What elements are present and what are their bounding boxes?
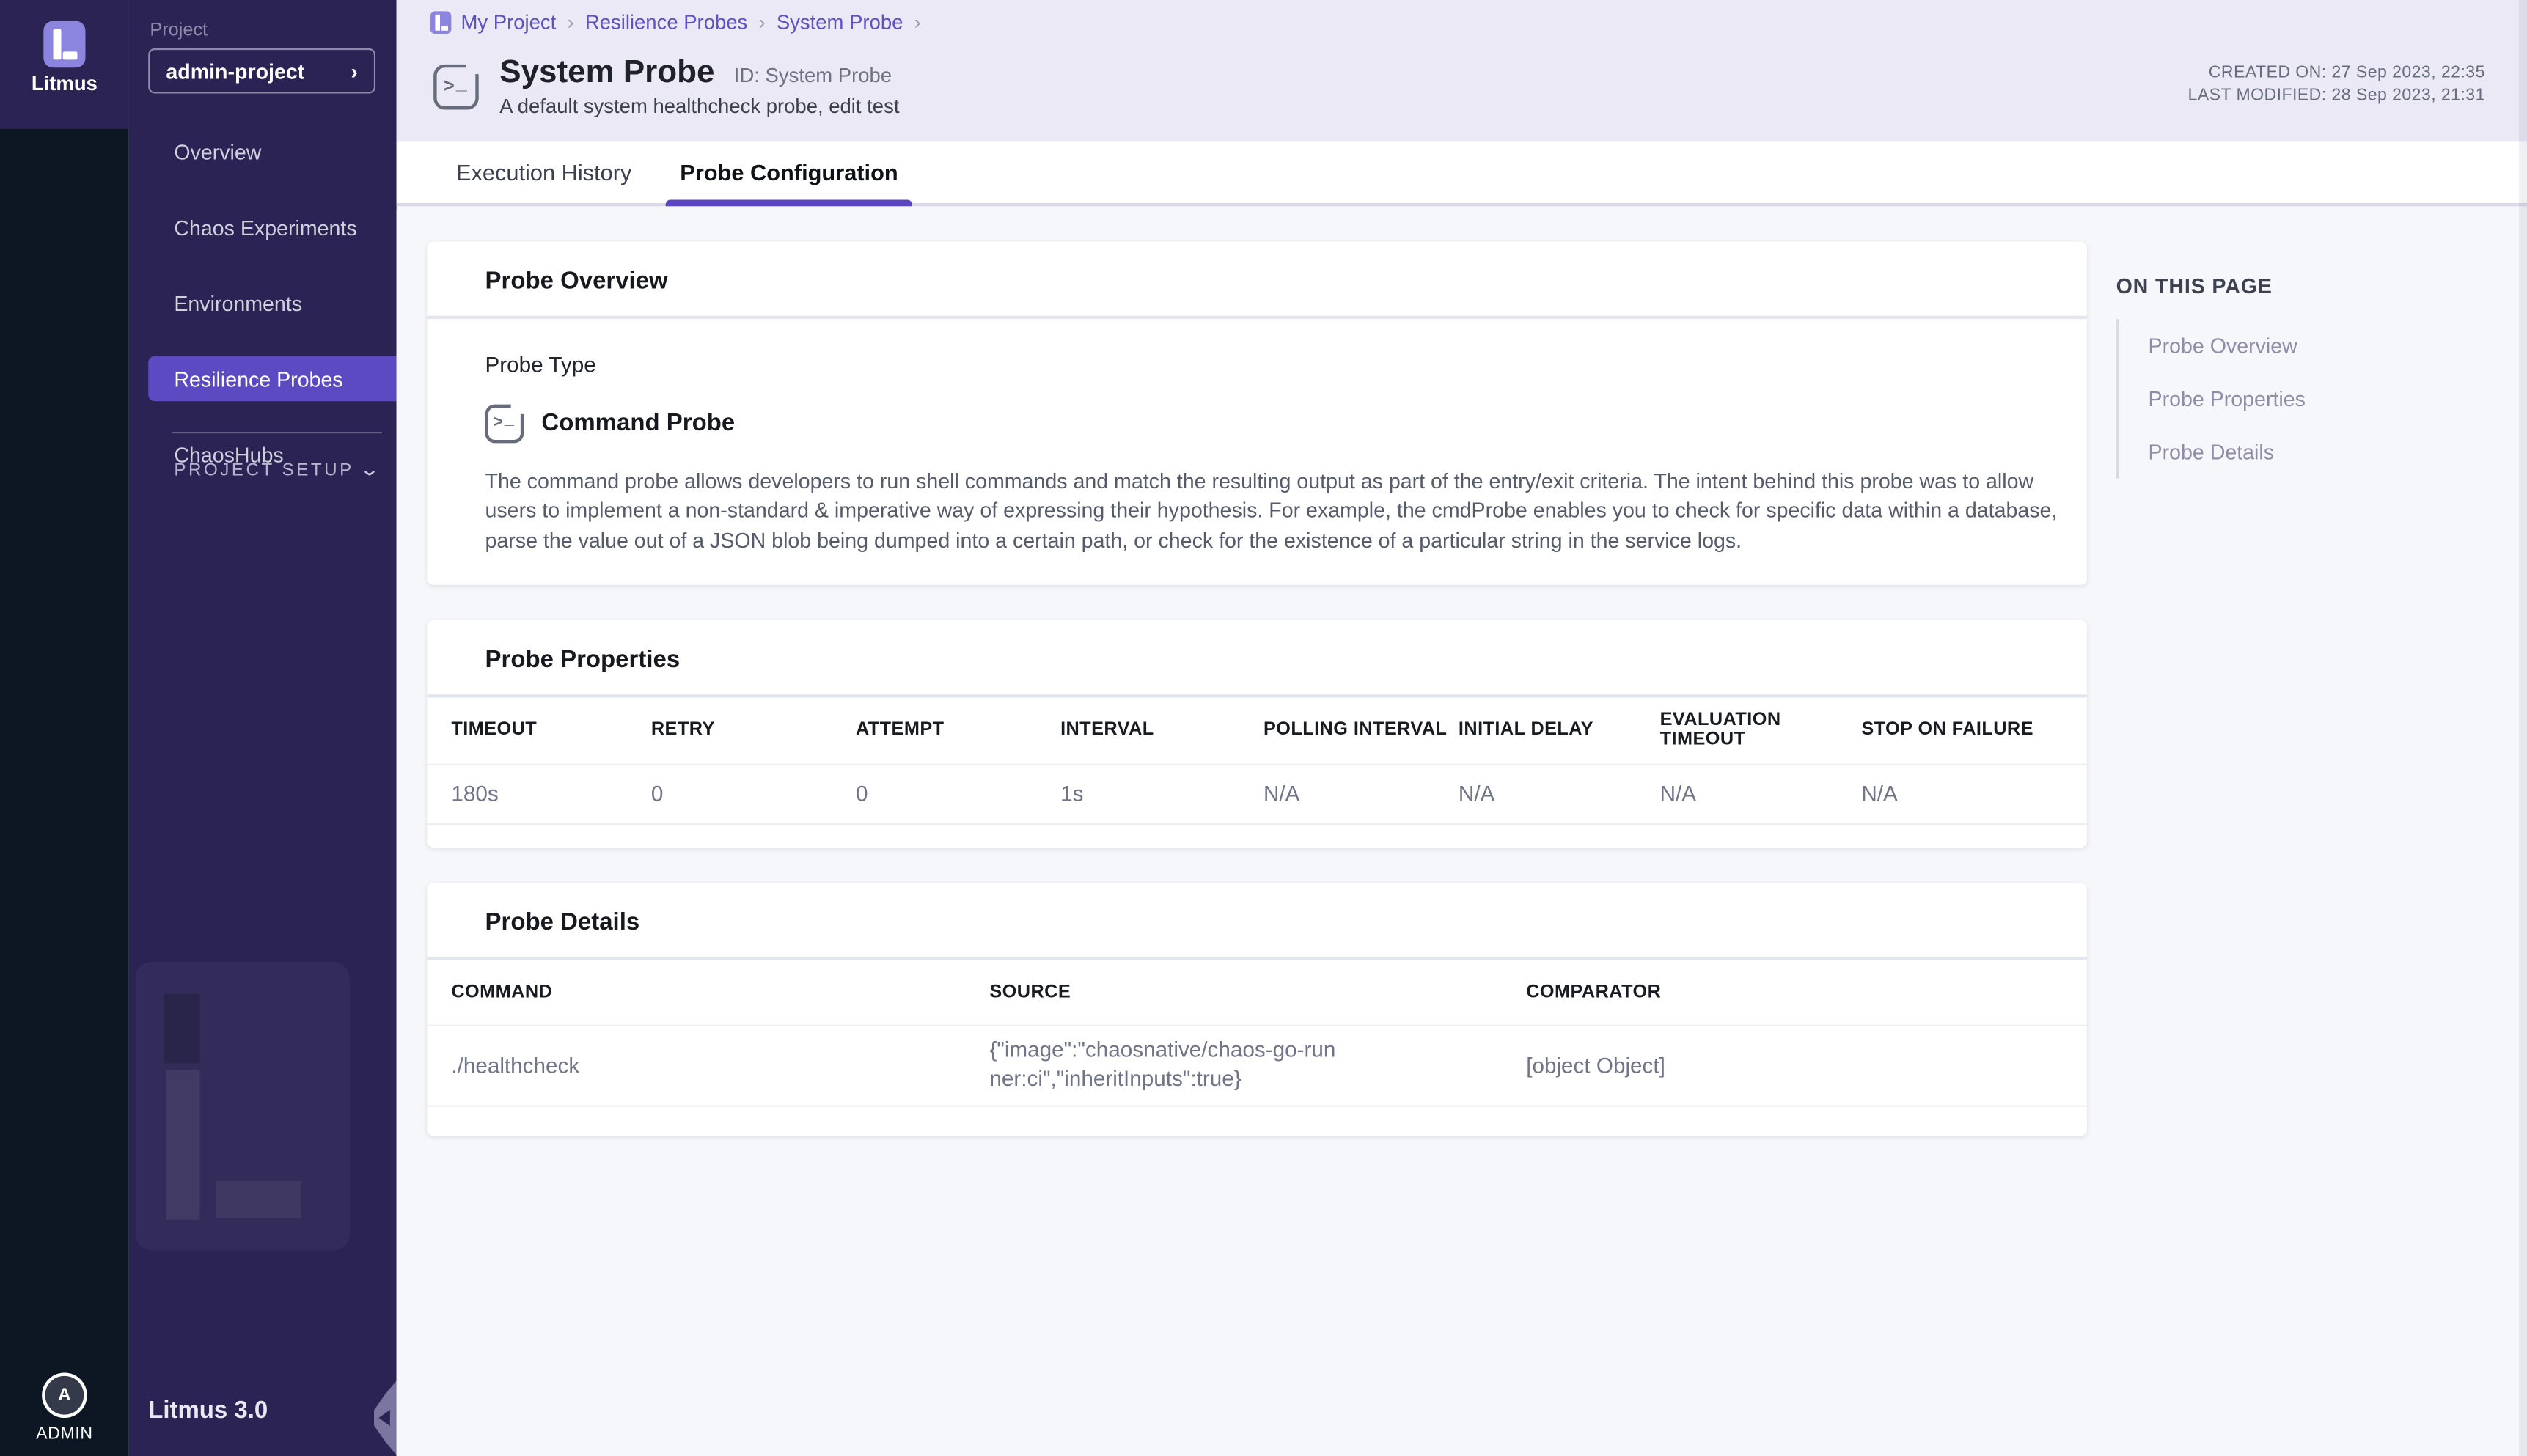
command-value: ./healthcheck — [451, 1053, 989, 1077]
project-label: Project — [150, 21, 208, 40]
column-header: COMPARATOR — [1526, 982, 2087, 1001]
probe-overview-title: Probe Overview — [427, 242, 2087, 316]
properties-value-row: 180s 0 0 1s N/A N/A N/A N/A — [427, 765, 2087, 823]
probe-details-card: Probe Details COMMAND SOURCE COMPARATOR … — [427, 883, 2087, 1136]
on-this-page-link-probe-overview[interactable]: Probe Overview — [2149, 319, 2503, 372]
project-selector[interactable]: admin-project › — [148, 48, 375, 94]
breadcrumb: My Project › Resilience Probes › System … — [430, 11, 932, 34]
chevron-down-icon: ⌄ — [359, 459, 384, 480]
column-header: ATTEMPT — [856, 720, 1060, 739]
user-role-label: ADMIN — [0, 1424, 129, 1444]
column-header: POLLING INTERVAL — [1264, 720, 1459, 739]
breadcrumb-separator-icon: › — [759, 11, 766, 34]
on-this-page-link-probe-properties[interactable]: Probe Properties — [2149, 372, 2503, 426]
breadcrumb-separator-icon: › — [914, 11, 921, 34]
probe-details-title: Probe Details — [427, 883, 2087, 957]
content-area: Probe Overview Probe Type >_ Command Pro… — [397, 210, 2527, 1456]
tab-execution-history[interactable]: Execution History — [443, 141, 645, 203]
probe-properties-card: Probe Properties TIMEOUT RETRY ATTEMPT I… — [427, 620, 2087, 848]
page-header: My Project › Resilience Probes › System … — [397, 0, 2527, 141]
column-header: INTERVAL — [1060, 720, 1264, 739]
initial-delay-value: N/A — [1459, 782, 1660, 806]
project-selector-value: admin-project — [166, 59, 351, 83]
retry-value: 0 — [651, 782, 856, 806]
properties-header-row: TIMEOUT RETRY ATTEMPT INTERVAL POLLING I… — [427, 697, 2087, 763]
details-value-row: ./healthcheck {"image":"chaosnative/chao… — [427, 1026, 2087, 1105]
on-this-page-panel: ON THIS PAGE Probe Overview Probe Proper… — [2116, 274, 2503, 479]
sidebar-item-overview[interactable]: Overview — [148, 129, 396, 174]
last-modified-text: LAST MODIFIED: 28 Sep 2023, 21:31 — [2188, 84, 2485, 106]
litmus-app: Litmus A ADMIN Project admin-project › O… — [0, 0, 2527, 1456]
timeout-value: 180s — [451, 782, 651, 806]
tab-probe-configuration[interactable]: Probe Configuration — [667, 141, 912, 203]
app-rail: Litmus A ADMIN — [0, 0, 129, 1456]
column-header: RETRY — [651, 720, 856, 739]
column-header: STOP ON FAILURE — [1861, 720, 2087, 739]
row-divider — [427, 1105, 2087, 1106]
header-meta: CREATED ON: 27 Sep 2023, 22:35 LAST MODI… — [2188, 62, 2485, 107]
details-header-row: COMMAND SOURCE COMPARATOR — [427, 960, 2087, 1024]
card-divider — [427, 316, 2087, 318]
sidebar-nav: Overview Chaos Experiments Environments … — [129, 121, 397, 485]
probe-type-label: Probe Type — [485, 352, 2088, 376]
sidebar-item-environments[interactable]: Environments — [148, 280, 396, 326]
sidebar-item-chaos-experiments[interactable]: Chaos Experiments — [148, 205, 396, 250]
tab-bar: Execution History Probe Configuration — [397, 141, 2527, 206]
brand-name: Litmus — [32, 73, 98, 95]
terminal-icon: >_ — [433, 65, 479, 110]
column-header: INITIAL DELAY — [1459, 720, 1660, 739]
brand-block[interactable]: Litmus — [0, 0, 129, 129]
sidebar: Project admin-project › Overview Chaos E… — [129, 0, 397, 1456]
interval-value: 1s — [1060, 782, 1264, 806]
probe-description: A default system healthcheck probe, edit… — [499, 95, 899, 118]
probe-type-description: The command probe allows developers to r… — [485, 466, 2077, 556]
command-probe-icon: >_ — [485, 404, 524, 443]
user-block[interactable]: A ADMIN — [0, 1372, 129, 1444]
polling-interval-value: N/A — [1264, 782, 1459, 806]
on-this-page-link-probe-details[interactable]: Probe Details — [2149, 425, 2503, 479]
column-header: EVALUATION TIMEOUT — [1660, 710, 1862, 749]
probe-type-value: Command Probe — [541, 409, 735, 436]
stop-on-failure-value: N/A — [1861, 782, 2087, 806]
breadcrumb-litmus-icon — [430, 11, 452, 34]
project-setup-label: PROJECT SETUP — [174, 460, 363, 479]
chevron-right-icon: › — [351, 59, 358, 83]
breadcrumb-separator-icon: › — [568, 11, 574, 34]
main-area: My Project › Resilience Probes › System … — [397, 0, 2527, 1456]
probe-overview-card: Probe Overview Probe Type >_ Command Pro… — [427, 242, 2087, 585]
scrollbar[interactable] — [2519, 0, 2527, 1456]
project-setup-toggle[interactable]: PROJECT SETUP ⌄ — [174, 459, 380, 480]
probe-properties-title: Probe Properties — [427, 620, 2087, 694]
attempt-value: 0 — [856, 782, 1060, 806]
row-divider — [427, 823, 2087, 824]
column-header: COMMAND — [451, 982, 989, 1001]
evaluation-timeout-value: N/A — [1660, 782, 1862, 806]
page-title: System Probe — [499, 55, 714, 92]
probe-id-text: ID: System Probe — [734, 65, 892, 87]
created-on-text: CREATED ON: 27 Sep 2023, 22:35 — [2188, 62, 2485, 84]
sidebar-item-resilience-probes[interactable]: Resilience Probes — [148, 356, 396, 402]
sidebar-divider — [172, 432, 382, 433]
source-value: {"image":"chaosnative/chaos-go-runner:ci… — [989, 1036, 1336, 1094]
breadcrumb-system-probe[interactable]: System Probe — [777, 11, 903, 34]
avatar[interactable]: A — [42, 1372, 87, 1418]
column-header: SOURCE — [989, 982, 1526, 1001]
column-header: TIMEOUT — [451, 720, 651, 739]
on-this-page-title: ON THIS PAGE — [2116, 274, 2503, 298]
litmus-logo-icon — [43, 21, 85, 68]
breadcrumb-resilience-probes[interactable]: Resilience Probes — [585, 11, 747, 34]
litmus-watermark-logo — [136, 962, 350, 1250]
breadcrumb-my-project[interactable]: My Project — [461, 11, 557, 34]
collapse-sidebar-icon — [378, 1410, 389, 1426]
app-version: Litmus 3.0 — [148, 1397, 268, 1424]
comparator-value: [object Object] — [1526, 1053, 2087, 1077]
